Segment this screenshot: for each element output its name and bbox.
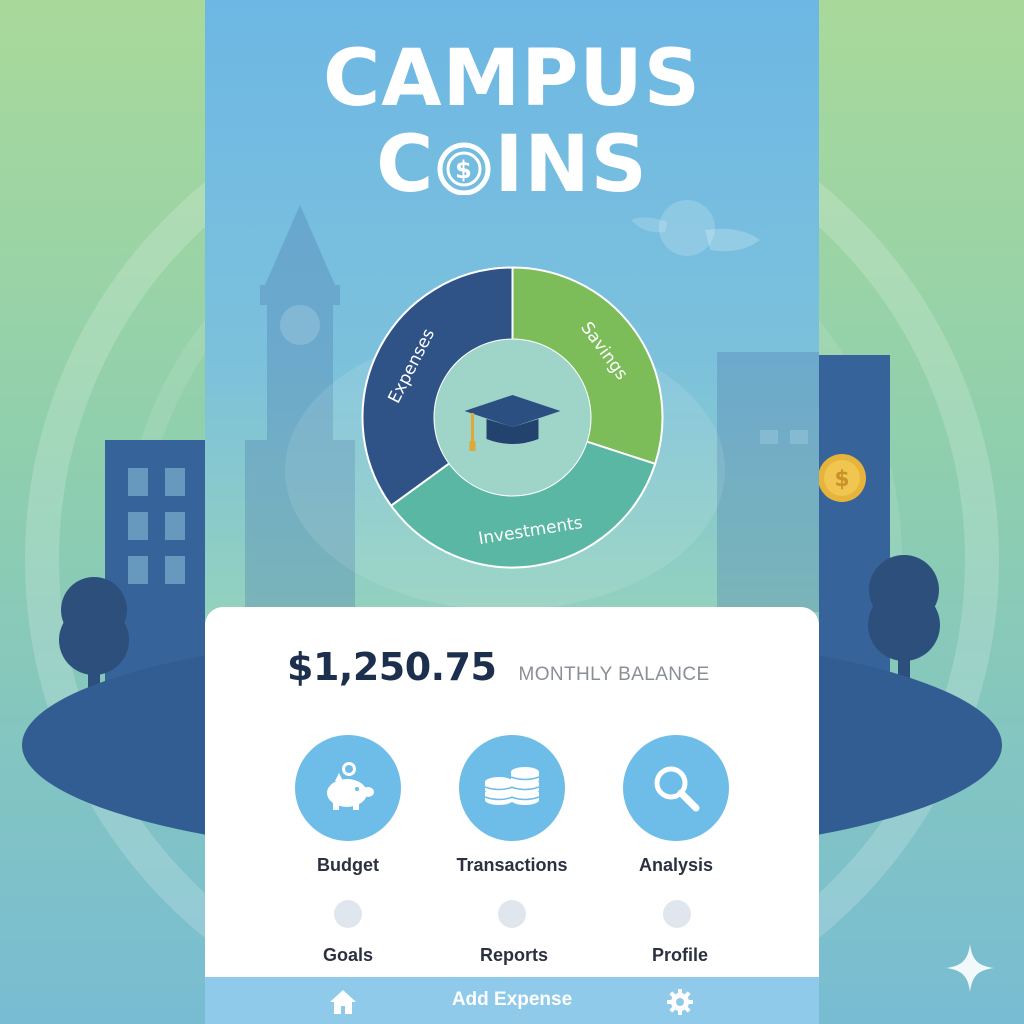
svg-text:$: $ [834, 467, 849, 492]
app-title-line1: CAMPUS [323, 34, 701, 124]
app-title-line2-prefix: C [376, 120, 435, 210]
app-title-line2: C $ INS [205, 126, 819, 212]
budget-button[interactable] [295, 735, 401, 841]
budget-donut-chart: Expenses SavingsInvestments [361, 266, 664, 569]
home-icon[interactable] [329, 988, 357, 1016]
goals-link[interactable]: Goals [268, 945, 428, 966]
gear-icon[interactable] [666, 988, 694, 1016]
analysis-label: Analysis [638, 855, 714, 875]
profile-dot-button[interactable] [663, 900, 691, 928]
bottom-nav-bar: Add Expense [205, 977, 819, 1024]
app-title: CAMPUS C $ INS [205, 40, 819, 212]
dashboard-card: $1,250.75 MONTHLY BALANCE Budget Transac… [205, 607, 819, 977]
dollar-coin-icon: $ [437, 142, 491, 195]
balance-row: $1,250.75 MONTHLY BALANCE [287, 645, 710, 689]
piggy-bank-icon [327, 762, 374, 810]
balance-amount: $1,250.75 [287, 645, 497, 689]
balance-label: MONTHLY BALANCE [518, 664, 710, 685]
magnifier-icon [654, 766, 700, 812]
reports-link[interactable]: Reports [434, 945, 594, 966]
transactions-button[interactable] [459, 735, 565, 841]
coin-stack-icon [484, 767, 540, 805]
transactions-label: Transactions [456, 855, 568, 875]
add-expense-button[interactable]: Add Expense [405, 989, 619, 1011]
svg-text:$: $ [456, 156, 474, 184]
goals-dot-button[interactable] [334, 900, 362, 928]
analysis-button[interactable] [623, 735, 729, 841]
app-title-line2-suffix: INS [494, 120, 648, 210]
phone-screen: CAMPUS C $ INS Expenses Savings Investments … [205, 0, 819, 1024]
sparkle-icon [946, 944, 994, 992]
profile-link[interactable]: Profile [600, 945, 760, 966]
reports-dot-button[interactable] [498, 900, 526, 928]
budget-label: Budget [317, 855, 379, 875]
